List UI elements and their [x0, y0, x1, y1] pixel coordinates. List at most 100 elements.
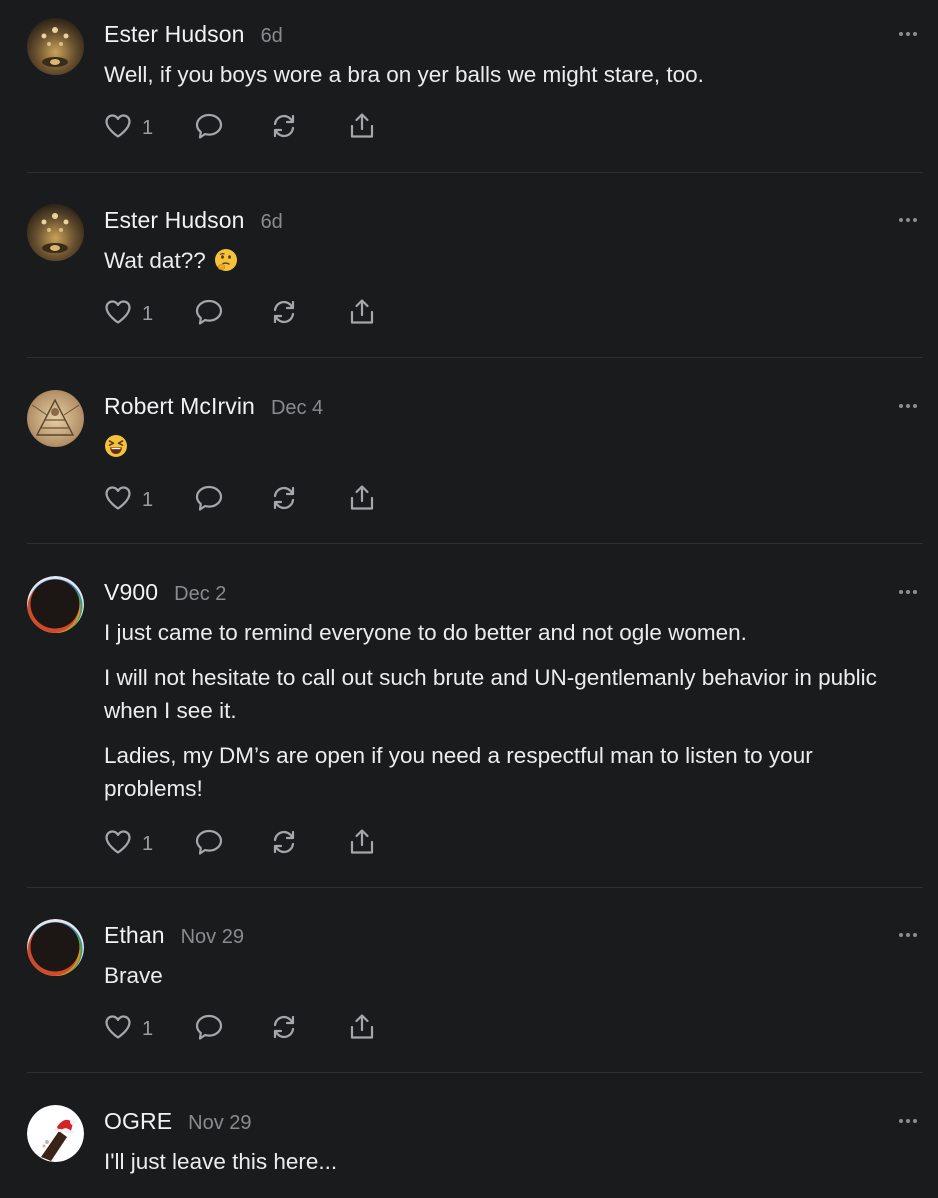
timestamp[interactable]: Dec 4: [271, 397, 323, 420]
restack-icon: [270, 1013, 298, 1046]
restack-icon: [270, 484, 298, 517]
timestamp[interactable]: Nov 29: [181, 926, 244, 949]
heart-icon: [104, 113, 132, 144]
more-icon[interactable]: [893, 1113, 923, 1129]
like-count: 1: [142, 832, 154, 855]
restack-icon: [270, 112, 298, 145]
comment-header: Ethan Nov 29: [104, 922, 244, 949]
comment: V900 Dec 2 I just came to remind everyon…: [0, 558, 938, 888]
heart-icon: [104, 1014, 132, 1045]
like-button[interactable]: 1: [104, 299, 194, 330]
like-count: 1: [142, 1017, 154, 1040]
restack-button[interactable]: [270, 828, 348, 861]
share-button[interactable]: [348, 298, 376, 331]
like-button[interactable]: 1: [104, 113, 194, 144]
thinking-face-emoji: [214, 248, 238, 281]
share-button[interactable]: [348, 484, 376, 517]
comment-body: Well, if you boys wore a bra on yer ball…: [104, 58, 904, 91]
more-icon[interactable]: [893, 212, 923, 228]
comment-icon: [194, 1013, 224, 1046]
divider: [27, 172, 923, 173]
author-name[interactable]: Ester Hudson: [104, 207, 245, 234]
heart-icon: [104, 829, 132, 860]
comment-text: I just came to remind everyone to do bet…: [104, 620, 747, 645]
timestamp[interactable]: 6d: [261, 211, 283, 234]
share-button[interactable]: [348, 1013, 376, 1046]
like-count: 1: [142, 116, 154, 139]
comment-actions: 1: [104, 112, 376, 145]
heart-icon: [104, 299, 132, 330]
comment-text: Well, if you boys wore a bra on yer ball…: [104, 62, 704, 87]
avatar[interactable]: [27, 204, 84, 261]
comment-icon: [194, 298, 224, 331]
author-name[interactable]: Ethan: [104, 922, 165, 949]
comment-icon: [194, 112, 224, 145]
laughing-face-emoji: [104, 434, 128, 467]
more-icon[interactable]: [893, 584, 923, 600]
reply-button[interactable]: [194, 112, 270, 145]
share-icon: [348, 1013, 376, 1046]
author-name[interactable]: OGRE: [104, 1108, 172, 1135]
comment-actions: 1: [104, 298, 376, 331]
more-icon[interactable]: [893, 26, 923, 42]
comment-text: Brave: [104, 963, 163, 988]
comment-text: I will not hesitate to call out such bru…: [104, 665, 877, 723]
restack-button[interactable]: [270, 484, 348, 517]
more-icon[interactable]: [893, 398, 923, 414]
comment-text: Wat dat??: [104, 244, 904, 281]
divider: [27, 887, 923, 888]
share-icon: [348, 298, 376, 331]
share-button[interactable]: [348, 828, 376, 861]
like-button[interactable]: 1: [104, 485, 194, 516]
avatar[interactable]: [27, 919, 84, 976]
comment-icon: [194, 828, 224, 861]
author-name[interactable]: Robert McIrvin: [104, 393, 255, 420]
like-count: 1: [142, 488, 154, 511]
avatar[interactable]: [27, 18, 84, 75]
author-name[interactable]: V900: [104, 579, 158, 606]
like-button[interactable]: 1: [104, 1014, 194, 1045]
restack-icon: [270, 298, 298, 331]
comment-text: I'll just leave this here...: [104, 1149, 338, 1174]
comment-header: OGRE Nov 29: [104, 1108, 252, 1135]
comment-body: [104, 430, 904, 467]
author-name[interactable]: Ester Hudson: [104, 21, 245, 48]
comment: Ester Hudson 6d Well, if you boys wore a…: [0, 0, 938, 173]
comment-header: Ester Hudson 6d: [104, 207, 283, 234]
divider: [27, 1072, 923, 1073]
comment-actions: 1: [104, 1013, 376, 1046]
comment: Ethan Nov 29 Brave 1: [0, 901, 938, 1073]
comment-body: Brave: [104, 959, 904, 992]
restack-button[interactable]: [270, 298, 348, 331]
share-icon: [348, 484, 376, 517]
avatar[interactable]: [27, 390, 84, 447]
restack-button[interactable]: [270, 112, 348, 145]
timestamp[interactable]: Nov 29: [188, 1112, 251, 1135]
comment-icon: [194, 484, 224, 517]
restack-button[interactable]: [270, 1013, 348, 1046]
comment-actions: 1: [104, 828, 376, 861]
avatar[interactable]: [27, 576, 84, 633]
comment: Robert McIrvin Dec 4 1: [0, 372, 938, 544]
more-icon[interactable]: [893, 927, 923, 943]
reply-button[interactable]: [194, 298, 270, 331]
like-button[interactable]: 1: [104, 829, 194, 860]
share-icon: [348, 112, 376, 145]
heart-icon: [104, 485, 132, 516]
reply-button[interactable]: [194, 1013, 270, 1046]
share-button[interactable]: [348, 112, 376, 145]
avatar[interactable]: [27, 1105, 84, 1162]
restack-icon: [270, 828, 298, 861]
comment: OGRE Nov 29 I'll just leave this here...: [0, 1087, 938, 1198]
comment-body: I just came to remind everyone to do bet…: [104, 616, 904, 805]
comment-text-content: Wat dat??: [104, 248, 206, 273]
comment-header: V900 Dec 2: [104, 579, 226, 606]
reply-button[interactable]: [194, 828, 270, 861]
comment-body: Wat dat??: [104, 244, 904, 281]
reply-button[interactable]: [194, 484, 270, 517]
share-icon: [348, 828, 376, 861]
timestamp[interactable]: 6d: [261, 25, 283, 48]
comment-text: [104, 430, 904, 467]
timestamp[interactable]: Dec 2: [174, 583, 226, 606]
divider: [27, 357, 923, 358]
